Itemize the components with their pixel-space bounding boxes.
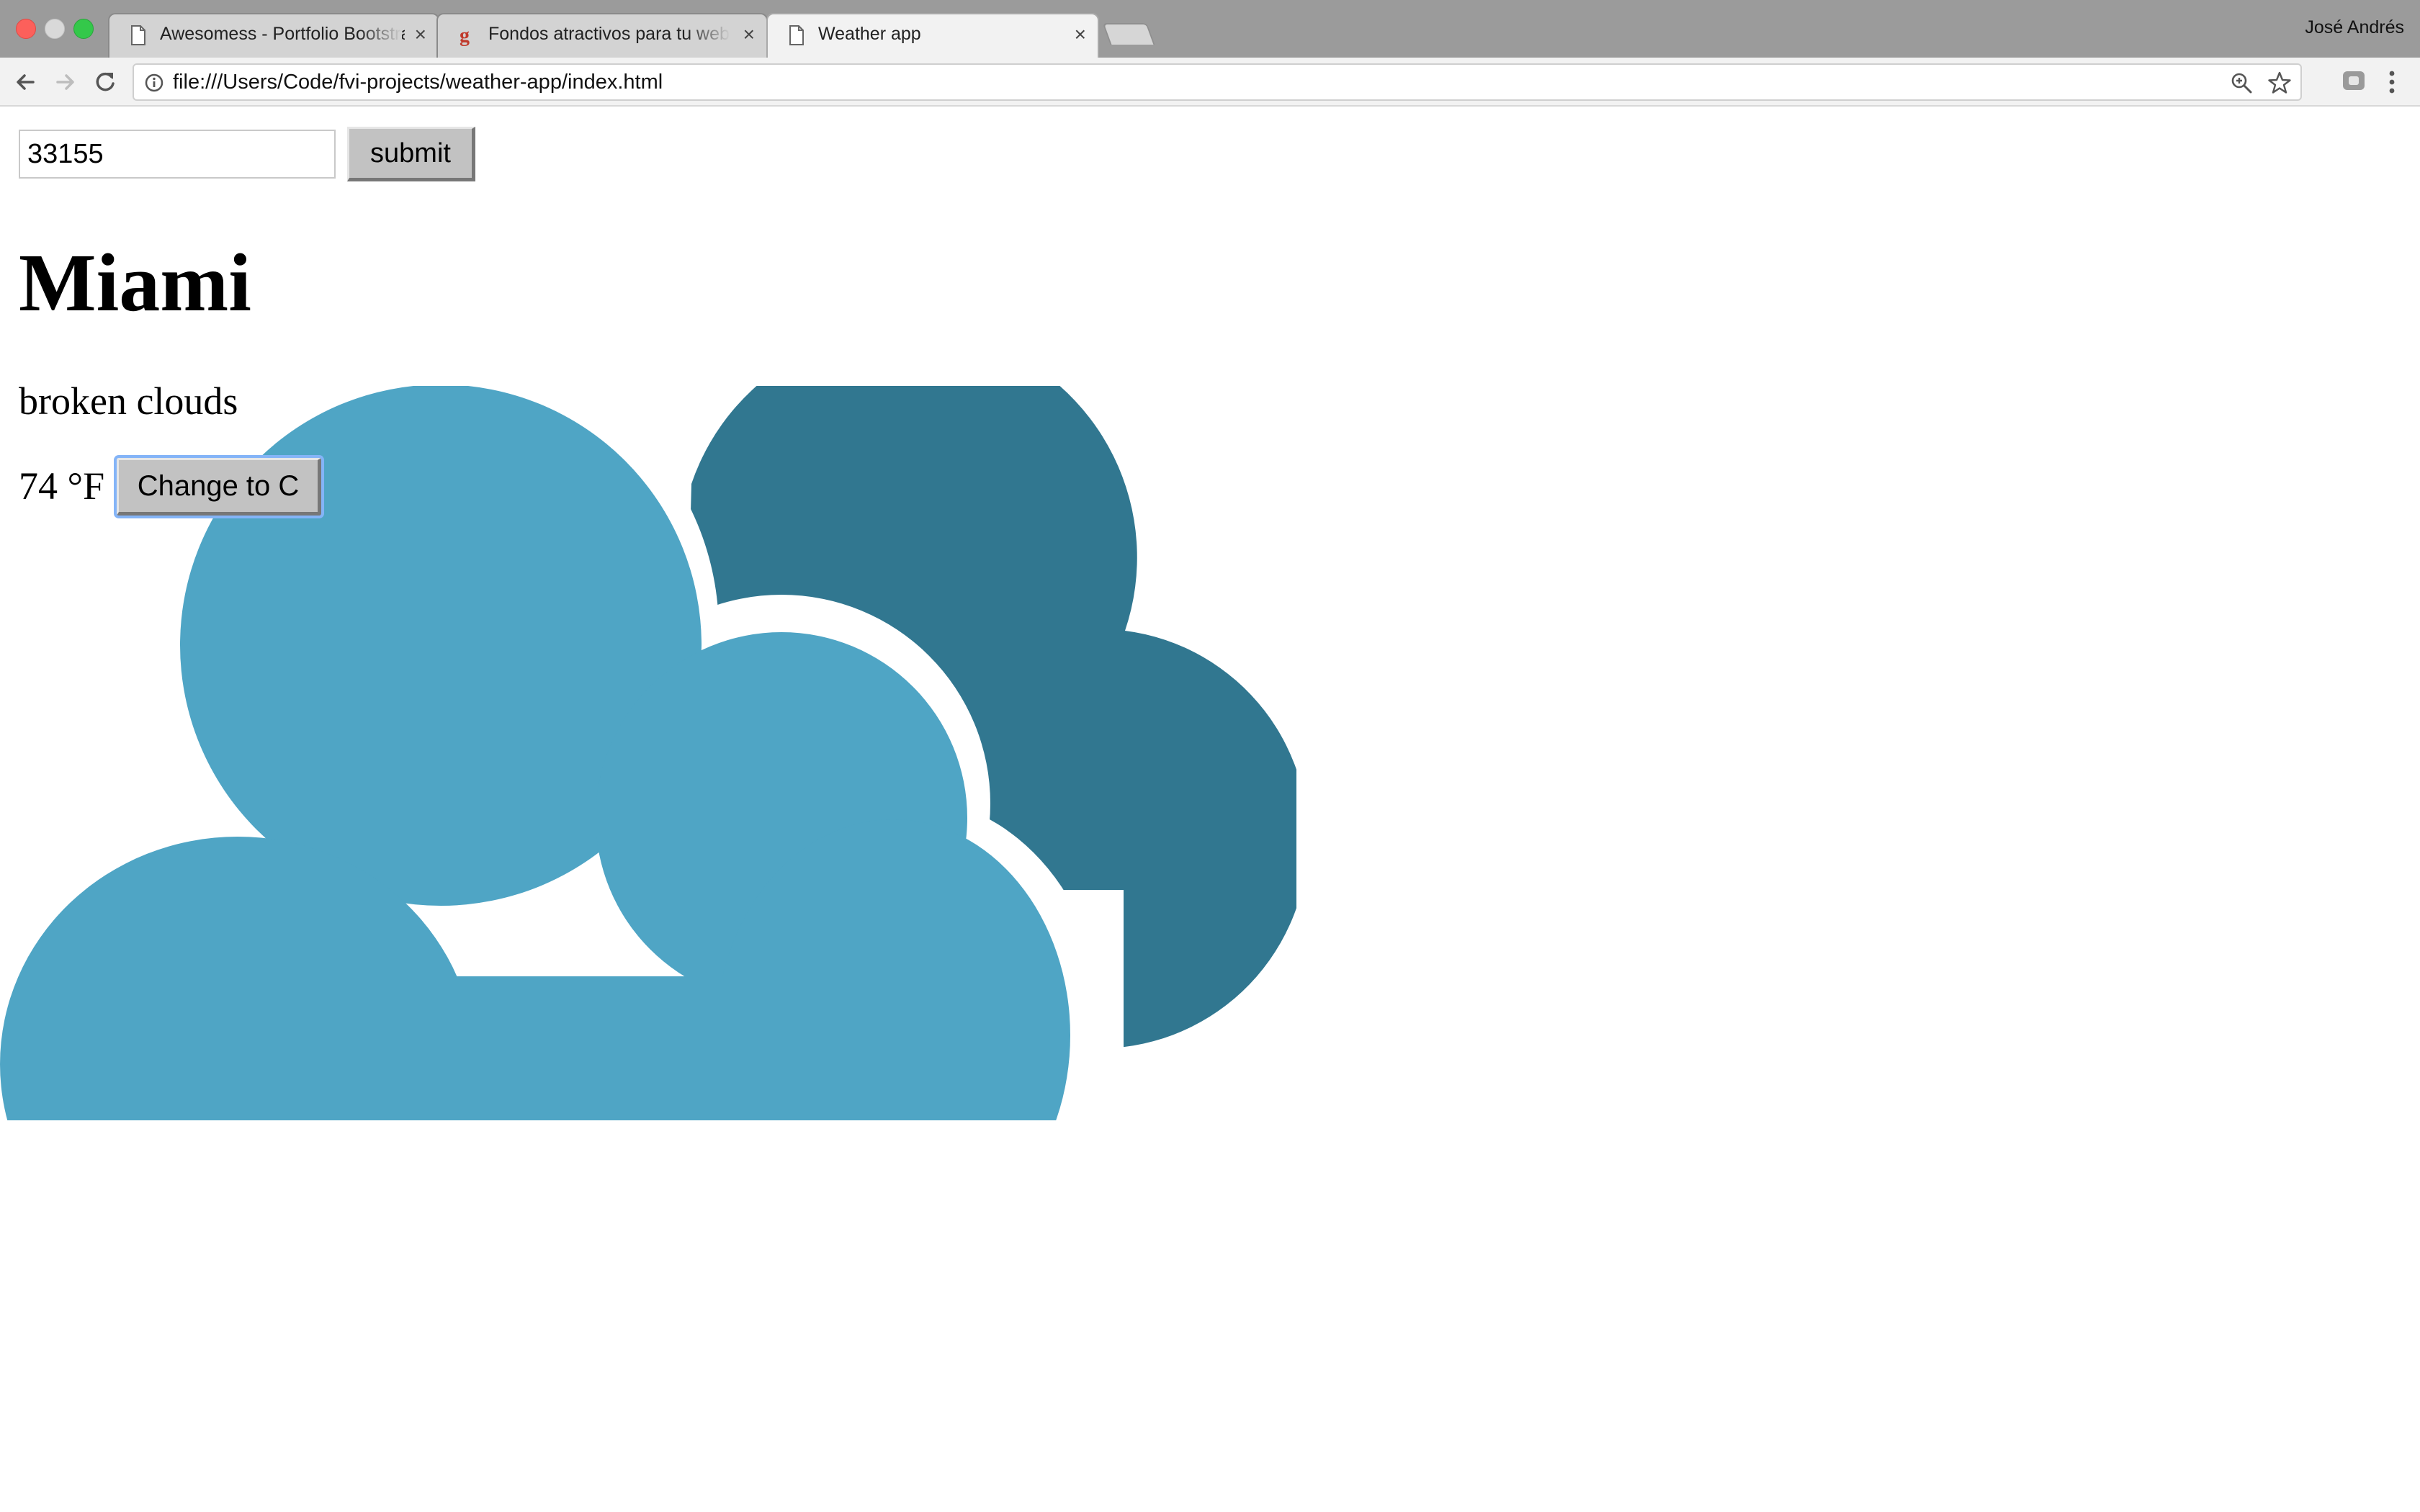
close-icon[interactable]: × <box>415 23 426 46</box>
close-icon[interactable]: × <box>743 23 755 46</box>
back-arrow-icon[interactable] <box>10 66 42 98</box>
extension-icon[interactable] <box>2341 68 2367 94</box>
window-maximize-button[interactable] <box>73 19 94 39</box>
change-unit-button[interactable]: Change to C <box>117 458 321 516</box>
reload-icon[interactable] <box>89 66 121 98</box>
google-g-icon: g <box>460 24 470 46</box>
forward-arrow-icon[interactable] <box>49 66 81 98</box>
tab-weather-app[interactable]: Weather app × <box>766 13 1099 59</box>
page-content: submit Miami broken clouds 74 °F Change … <box>0 107 2420 1512</box>
tab-title: Weather app <box>818 24 921 44</box>
tab-portfolio[interactable]: Awesomess - Portfolio Bootstrap × <box>108 13 439 58</box>
profile-name[interactable]: José Andrés <box>2305 17 2404 38</box>
more-menu-icon[interactable] <box>2381 66 2403 98</box>
page-icon <box>789 25 804 45</box>
bookmark-star-icon[interactable] <box>2267 71 2292 95</box>
close-icon[interactable]: × <box>1075 23 1086 46</box>
submit-button[interactable]: submit <box>347 127 475 181</box>
zip-code-input[interactable] <box>19 130 336 179</box>
tab-strip: Awesomess - Portfolio Bootstrap × g Fond… <box>0 0 2420 59</box>
window-close-button[interactable] <box>16 19 36 39</box>
info-icon[interactable] <box>144 73 164 93</box>
city-name: Miami <box>19 237 251 328</box>
browser-toolbar: file:///Users/Code/fvi-projects/weather-… <box>0 58 2420 107</box>
url-text[interactable]: file:///Users/Code/fvi-projects/weather-… <box>173 71 663 94</box>
page-icon <box>131 25 145 45</box>
svg-text:g: g <box>460 24 470 46</box>
address-bar[interactable]: file:///Users/Code/fvi-projects/weather-… <box>133 63 2302 101</box>
window-minimize-button[interactable] <box>45 19 65 39</box>
tab-fondos[interactable]: g Fondos atractivos para tu web × <box>436 13 768 58</box>
new-tab-button[interactable] <box>1102 23 1155 45</box>
weather-description: broken clouds <box>19 379 238 423</box>
temperature-value: 74 °F <box>19 464 105 508</box>
zoom-icon[interactable] <box>2230 71 2253 94</box>
